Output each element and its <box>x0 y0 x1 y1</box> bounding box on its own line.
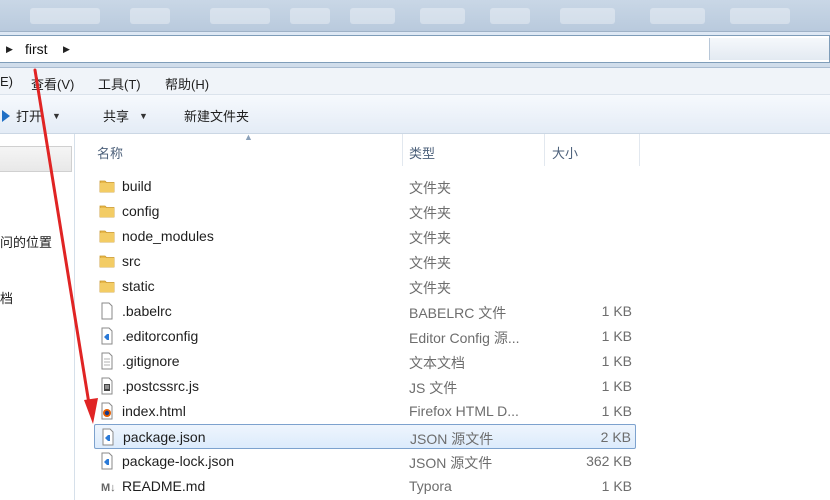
file-row[interactable]: build 文件夹 <box>94 174 636 199</box>
file-row[interactable]: index.html Firefox HTML D... 1 KB <box>94 399 636 424</box>
breadcrumb-first[interactable]: first <box>25 41 48 57</box>
file-name: .postcssrc.js <box>122 378 200 394</box>
file-size: 1 KB <box>601 378 632 394</box>
column-header-type[interactable]: 类型 <box>403 134 545 166</box>
file-row[interactable]: package.json JSON 源文件 2 KB <box>94 424 636 449</box>
file-type: BABELRC 文件 <box>409 305 507 321</box>
js-file-icon <box>101 377 113 395</box>
file-size: 1 KB <box>601 353 632 369</box>
folder-icon <box>99 230 115 243</box>
file-row[interactable]: src 文件夹 <box>94 249 636 274</box>
menu-bar: E) 查看(V) 工具(T) 帮助(H) <box>0 68 830 95</box>
file-row[interactable]: M↓ README.md Typora 1 KB <box>94 474 636 499</box>
file-size: 1 KB <box>601 403 632 419</box>
address-right-controls[interactable] <box>709 38 829 60</box>
file-name: config <box>122 203 160 219</box>
markdown-file-icon: M↓ <box>101 482 116 494</box>
breadcrumb-arrow-icon[interactable]: ▶ <box>63 44 70 55</box>
file-name: index.html <box>122 403 186 419</box>
vscode-file-icon <box>101 452 113 470</box>
blank-file-icon <box>101 302 113 320</box>
menu-view[interactable]: 查看(V) <box>31 74 74 93</box>
file-row[interactable]: package-lock.json JSON 源文件 362 KB <box>94 449 636 474</box>
open-button[interactable]: 打开 ▼ <box>0 106 61 125</box>
file-type: 文件夹 <box>409 280 451 296</box>
file-size: 1 KB <box>601 328 632 344</box>
menu-tools[interactable]: 工具(T) <box>98 74 141 93</box>
open-icon <box>2 109 10 122</box>
folder-icon <box>99 280 115 293</box>
column-header-name-label: 名称 <box>97 146 124 161</box>
menu-help[interactable]: 帮助(H) <box>165 74 209 93</box>
firefox-file-icon <box>101 402 113 420</box>
new-folder-button[interactable]: 新建文件夹 <box>184 106 249 125</box>
file-list: ▲ 名称 类型 大小 build 文件夹 config 文件夹 node_modules… <box>76 132 830 500</box>
text-file-icon <box>101 352 113 370</box>
folder-icon <box>99 255 115 268</box>
command-bar: 打开 ▼ 共享 ▼ 新建文件夹 <box>0 95 830 134</box>
file-row[interactable]: static 文件夹 <box>94 274 636 299</box>
address-box[interactable]: ▶ first ▶ <box>0 35 830 63</box>
file-name: .gitignore <box>122 353 180 369</box>
file-size: 362 KB <box>586 453 632 469</box>
vscode-file-icon <box>102 428 114 446</box>
chevron-down-icon: ▼ <box>52 110 61 121</box>
file-size: 1 KB <box>601 478 632 494</box>
file-name: node_modules <box>122 228 214 244</box>
breadcrumb-arrow-icon[interactable]: ▶ <box>6 44 13 55</box>
file-type: Typora <box>409 478 452 494</box>
vscode-file-icon <box>101 327 113 345</box>
folder-icon <box>99 205 115 218</box>
column-header-name[interactable]: ▲ 名称 <box>76 132 403 166</box>
file-row[interactable]: .postcssrc.js JS 文件 1 KB <box>94 374 636 399</box>
file-row[interactable]: config 文件夹 <box>94 199 636 224</box>
file-row[interactable]: node_modules 文件夹 <box>94 224 636 249</box>
share-label: 共享 <box>103 109 130 124</box>
folder-icon <box>99 180 115 193</box>
svg-text:M↓: M↓ <box>101 482 116 494</box>
menu-edit[interactable]: E) <box>0 74 13 89</box>
share-button[interactable]: 共享 ▼ <box>103 106 148 125</box>
address-bar: ▶ first ▶ <box>0 32 830 68</box>
window-top-strip <box>0 0 830 32</box>
column-header-size[interactable]: 大小 <box>545 134 640 166</box>
nav-item-documents[interactable]: 档 <box>0 288 13 307</box>
file-type: JSON 源文件 <box>410 431 494 447</box>
file-name: src <box>122 253 141 269</box>
new-folder-label: 新建文件夹 <box>184 109 250 124</box>
file-name: static <box>122 278 155 294</box>
file-size: 1 KB <box>601 303 632 319</box>
file-name: package-lock.json <box>122 453 235 469</box>
file-type: Firefox HTML D... <box>409 403 519 419</box>
file-row[interactable]: .babelrc BABELRC 文件 1 KB <box>94 299 636 324</box>
file-row[interactable]: .editorconfig Editor Config 源... 1 KB <box>94 324 636 349</box>
file-type: 文本文档 <box>409 355 465 371</box>
column-header-size-label: 大小 <box>552 146 579 161</box>
column-header-type-label: 类型 <box>409 146 436 161</box>
file-type: JSON 源文件 <box>409 455 493 471</box>
file-name: build <box>122 178 152 194</box>
file-type: 文件夹 <box>409 255 451 271</box>
file-type: 文件夹 <box>409 180 451 196</box>
nav-selected-item[interactable] <box>0 146 72 172</box>
chevron-down-icon: ▼ <box>139 110 148 121</box>
file-row[interactable]: .gitignore 文本文档 1 KB <box>94 349 636 374</box>
file-name: package.json <box>123 429 206 445</box>
file-name: README.md <box>122 478 206 494</box>
file-type: Editor Config 源... <box>409 330 520 346</box>
nav-item-recent[interactable]: 问的位置 <box>0 232 52 251</box>
file-type: 文件夹 <box>409 230 451 246</box>
file-size: 2 KB <box>600 429 631 445</box>
file-name: .editorconfig <box>122 328 199 344</box>
open-label: 打开 <box>16 109 43 124</box>
file-type: 文件夹 <box>409 205 451 221</box>
file-name: .babelrc <box>122 303 172 319</box>
navigation-pane: 问的位置 档 <box>0 134 75 500</box>
file-type: JS 文件 <box>409 380 458 396</box>
sort-up-icon: ▲ <box>244 132 253 142</box>
